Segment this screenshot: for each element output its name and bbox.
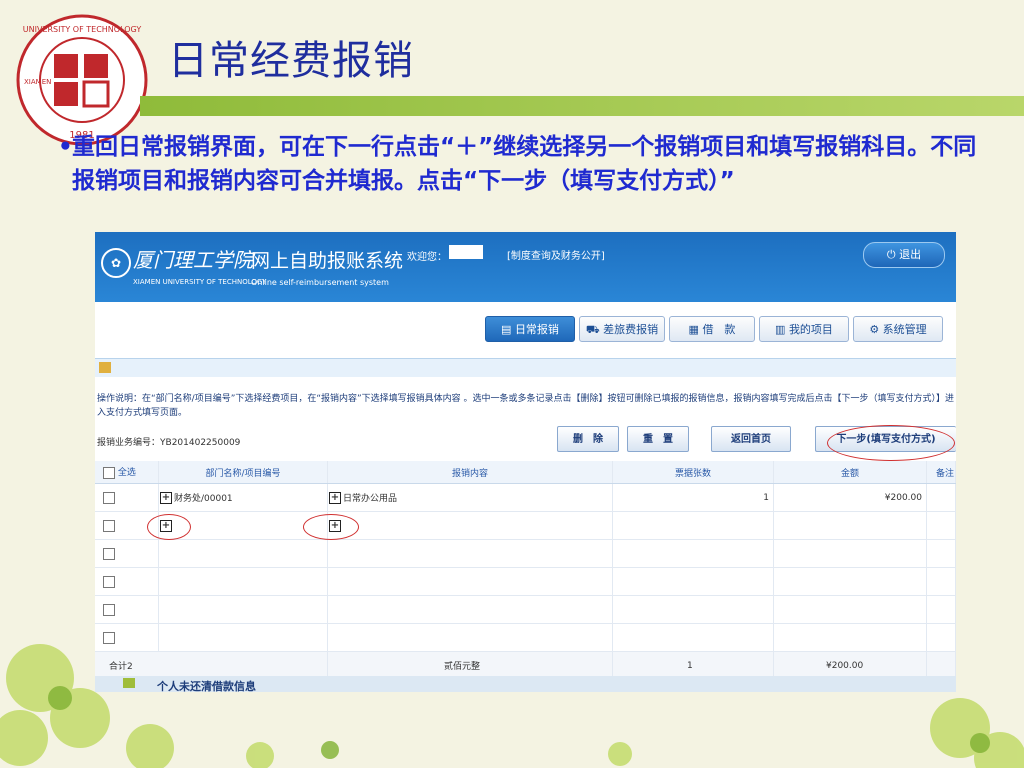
business-number: 报销业务编号：YB201402250009	[97, 435, 240, 448]
row-checkbox[interactable]	[103, 547, 115, 560]
col-count: 票据张数	[612, 461, 774, 484]
tab-loan[interactable]: ▦ 借 款	[669, 316, 755, 342]
tab-system-admin[interactable]: ⚙ 系统管理	[853, 316, 943, 342]
school-name: 厦门理工学院	[133, 248, 253, 272]
row-checkbox[interactable]	[103, 491, 115, 504]
row-content-text: 日常办公用品	[343, 493, 398, 504]
app-screenshot: ✿ 厦门理工学院 XIAMEN UNIVERSITY OF TECHNOLOGY…	[95, 232, 956, 692]
tab-label: 借 款	[702, 323, 736, 336]
system-subtitle: Online self-reimbursement system	[251, 278, 389, 287]
table-row: + 财务处/00001 + 日常办公用品 1 ¥200.00	[95, 483, 956, 512]
row-select[interactable]	[95, 623, 159, 652]
slide-title: 日常经费报销	[168, 38, 414, 84]
row-count	[612, 511, 774, 540]
select-all-checkbox[interactable]	[103, 466, 115, 479]
row-content: + 日常办公用品	[327, 483, 613, 512]
table-row	[95, 567, 956, 596]
highlight-ring-dept-plus	[147, 514, 191, 540]
bullet-content: 重回日常报销界面，可在下一行点击“＋”继续选择另一个报销项目和填写报销科目。不同…	[72, 134, 977, 194]
table-header-row: 全选 部门名称/项目编号 报销内容 票据张数 金额 备注	[95, 461, 956, 484]
instructions: 操作说明：在“部门名称/项目编号”下选择经费项目，在“报销内容”下选择填写报销具…	[97, 394, 955, 418]
debt-info-label: 个人未还清借款信息	[157, 680, 256, 692]
col-notes: 备注	[926, 461, 956, 484]
tab-label: 我的项目	[788, 323, 833, 336]
select-all-header[interactable]: 全选	[95, 461, 159, 484]
debt-icon	[123, 678, 135, 688]
bullet-text: • 重回日常报销界面，可在下一行点击“＋”继续选择另一个报销项目和填写报销科目。…	[58, 130, 982, 198]
row-dept: + 财务处/00001	[158, 483, 328, 512]
business-number-label: 报销业务编号：	[97, 438, 161, 448]
table-row	[95, 595, 956, 624]
row-select[interactable]	[95, 567, 159, 596]
tab-travel-reimbursement[interactable]: ⛟ 差旅费报销	[579, 316, 665, 342]
svg-text:UNIVERSITY OF TECHNOLOGY: UNIVERSITY OF TECHNOLOGY	[23, 25, 142, 34]
add-dept-plus-icon[interactable]: +	[160, 492, 172, 505]
welcome-text: 欢迎您：	[407, 252, 447, 263]
tab-label: 差旅费报销	[603, 323, 659, 336]
logout-button[interactable]: ⏻ 退出	[863, 242, 945, 268]
card-icon: ▦	[688, 323, 703, 336]
list-icon: ▥	[775, 323, 789, 336]
row-select[interactable]	[95, 595, 159, 624]
section-strip	[95, 358, 956, 377]
school-name-en: XIAMEN UNIVERSITY OF TECHNOLOGY	[133, 278, 267, 286]
table-row: + +	[95, 511, 956, 540]
bullet-dot: •	[58, 134, 73, 160]
select-all-label: 全选	[117, 468, 136, 479]
policy-link[interactable]: [制度查询及财务公开]	[507, 247, 605, 262]
col-dept: 部门名称/项目编号	[158, 461, 328, 484]
row-checkbox[interactable]	[103, 603, 115, 616]
tab-label: 日常报销	[514, 323, 559, 336]
row-select[interactable]	[95, 483, 159, 512]
delete-button[interactable]: 删 除	[557, 426, 619, 452]
app-header: ✿ 厦门理工学院 XIAMEN UNIVERSITY OF TECHNOLOGY…	[95, 232, 956, 302]
school-logo-icon: ✿	[101, 248, 131, 278]
username-redacted	[449, 245, 483, 259]
daily-icon: ▤	[501, 323, 515, 336]
table-row	[95, 539, 956, 568]
truck-icon: ⛟	[585, 323, 604, 336]
debt-info-bar[interactable]: 个人未还清借款信息	[95, 676, 956, 692]
row-checkbox[interactable]	[103, 631, 115, 644]
col-content: 报销内容	[327, 461, 613, 484]
row-select[interactable]	[95, 539, 159, 568]
power-icon: ⏻	[886, 248, 896, 261]
gear-icon: ⚙	[869, 323, 883, 336]
reimbursement-table: 全选 部门名称/项目编号 报销内容 票据张数 金额 备注 + 财务处/00001 …	[95, 461, 956, 680]
system-title: 网上自助报账系统	[251, 250, 404, 272]
calendar-icon	[99, 362, 111, 373]
reset-button[interactable]: 重 置	[627, 426, 689, 452]
row-count: 1	[612, 483, 774, 512]
row-checkbox[interactable]	[103, 519, 115, 532]
logout-label: 退出	[899, 248, 922, 261]
svg-text:XIAMEN: XIAMEN	[24, 78, 51, 86]
title-divider-bar	[140, 96, 1024, 116]
home-button[interactable]: 返回首页	[711, 426, 791, 452]
row-notes[interactable]	[926, 511, 956, 540]
row-dept-text: 财务处/00001	[174, 493, 233, 504]
tab-label: 系统管理	[882, 323, 927, 336]
row-checkbox[interactable]	[103, 575, 115, 588]
add-content-plus-icon[interactable]: +	[329, 492, 341, 505]
row-amount	[773, 511, 927, 540]
tab-my-projects[interactable]: ▥ 我的项目	[759, 316, 849, 342]
university-seal: 1981 UNIVERSITY OF TECHNOLOGY XIAMEN	[16, 14, 148, 146]
row-amount: ¥200.00	[773, 483, 927, 512]
row-notes[interactable]	[926, 483, 956, 512]
tab-daily-reimbursement[interactable]: ▤ 日常报销	[485, 316, 575, 342]
table-row	[95, 623, 956, 652]
highlight-ring-next	[827, 425, 955, 461]
nav-tabs: ▤ 日常报销 ⛟ 差旅费报销 ▦ 借 款 ▥ 我的项目 ⚙ 系统管理	[95, 302, 956, 358]
col-amount: 金额	[773, 461, 927, 484]
row-content: +	[327, 511, 613, 540]
business-number-value: YB201402250009	[160, 438, 241, 448]
highlight-ring-content-plus	[303, 514, 359, 540]
